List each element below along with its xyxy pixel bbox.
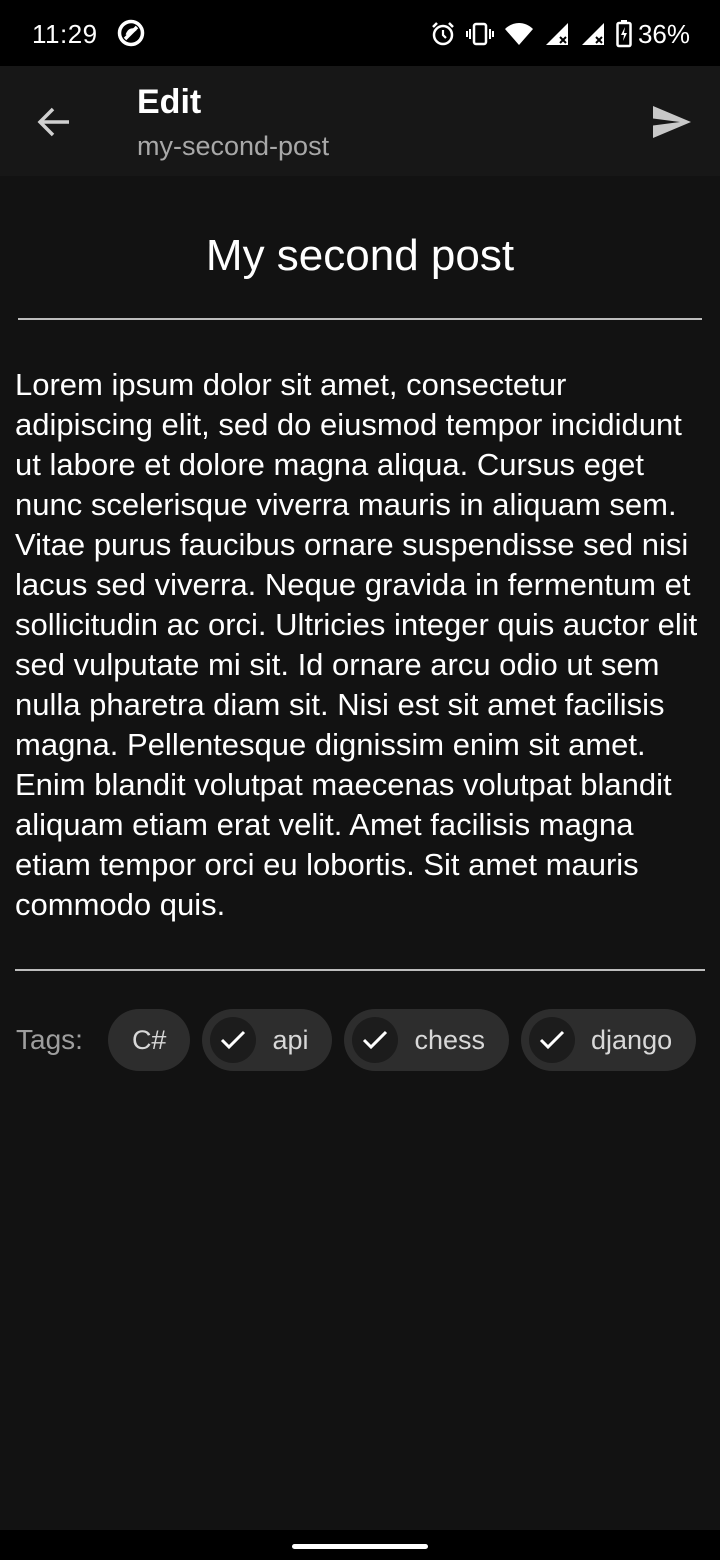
- check-icon: [352, 1017, 399, 1063]
- do-not-disturb-icon: [117, 19, 145, 47]
- tag-chip-django[interactable]: django: [521, 1009, 697, 1071]
- page-title: Edit: [137, 83, 202, 121]
- wifi-icon: 5: [504, 23, 533, 47]
- tag-chip-label: chess: [414, 1024, 486, 1055]
- back-arrow-icon: [37, 107, 69, 137]
- status-icons: 5 36%: [430, 16, 690, 52]
- post-title-field[interactable]: My second post: [18, 222, 702, 320]
- signal-icon: [545, 23, 568, 45]
- edit-post-screen: 11:29 5 36% Edit my-second-post My secon…: [0, 0, 720, 1560]
- check-icon: [529, 1017, 576, 1063]
- navigation-bar: [0, 1530, 720, 1560]
- tag-chip-csharp[interactable]: C#: [107, 1009, 191, 1071]
- post-title-input[interactable]: My second post: [18, 222, 702, 290]
- post-body-field[interactable]: Lorem ipsum dolor sit amet, consectetur …: [15, 365, 705, 971]
- app-bar: Edit my-second-post: [0, 66, 720, 176]
- send-icon: [653, 106, 691, 138]
- tag-chip-label: C#: [131, 1024, 167, 1055]
- tag-chip-api[interactable]: api: [202, 1009, 333, 1071]
- svg-text:5: 5: [524, 37, 529, 47]
- status-time: 11:29: [32, 19, 98, 49]
- tag-chip-label: django: [591, 1024, 673, 1055]
- signal-icon: [581, 23, 604, 45]
- back-button[interactable]: [22, 90, 86, 154]
- home-gesture-handle[interactable]: [292, 1544, 428, 1549]
- battery-charging-icon: [616, 20, 632, 48]
- status-bar: 11:29 5 36%: [0, 0, 720, 66]
- post-slug: my-second-post: [137, 131, 330, 161]
- battery-percentage: 36%: [637, 19, 690, 49]
- tag-chip-label: api: [272, 1024, 309, 1055]
- tag-chip-chess[interactable]: chess: [344, 1009, 510, 1071]
- vibrate-icon: [465, 22, 494, 46]
- alarm-icon: [432, 22, 454, 46]
- check-icon: [210, 1017, 257, 1063]
- send-button[interactable]: [640, 90, 704, 154]
- post-body-input[interactable]: Lorem ipsum dolor sit amet, consectetur …: [15, 365, 705, 925]
- tags-label: Tags:: [16, 1024, 83, 1055]
- tags-row: Tags: C# api chess django: [16, 1009, 708, 1071]
